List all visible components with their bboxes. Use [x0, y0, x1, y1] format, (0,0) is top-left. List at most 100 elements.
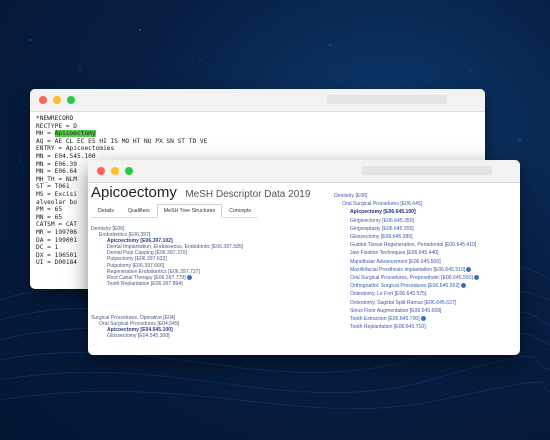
- record-field-key: ENTRY =: [36, 145, 66, 153]
- tree-node[interactable]: Dentistry [E06]: [334, 192, 479, 200]
- record-field-value: T061: [54, 183, 70, 191]
- record-field-value: 1: [54, 244, 59, 252]
- minimize-window-button[interactable]: [53, 96, 61, 104]
- record-field-value: 199706: [54, 228, 77, 236]
- tree-node[interactable]: Gingivoplasty [E06.645.355]: [334, 225, 479, 233]
- tree-node[interactable]: Glossectomy [E04.545.300]: [91, 333, 179, 339]
- record-line: AQ = AE CL EC ES HI IS MO HT NU PX SN ST…: [36, 138, 485, 146]
- tab-concepts[interactable]: Concepts: [222, 204, 258, 217]
- tree-node-label: Glossectomy [E06.645.380]: [350, 234, 413, 241]
- expand-circle-icon[interactable]: [460, 283, 466, 289]
- tree-node-label: Osteotomy, Sagittal Split Ramus [E06.645…: [350, 299, 457, 306]
- descriptor-window: Apicoectomy MeSH Descriptor Data 2019 De…: [88, 160, 520, 355]
- tree-node[interactable]: Gingivectomy [E06.645.350]: [334, 217, 479, 225]
- tree-node-label: Surgical Procedures, Operative [E04]: [91, 315, 176, 321]
- descriptor-subtitle: MeSH Descriptor Data 2019: [185, 189, 311, 200]
- tree-node[interactable]: Oral Surgical Procedures [E06.645]: [334, 200, 479, 208]
- tree-node-label: Root Canal Therapy [E06.397.779]: [107, 274, 186, 281]
- zoom-window-button[interactable]: [125, 167, 133, 175]
- tree-node[interactable]: Maxillofacial Prosthesis Implantation [E…: [334, 266, 479, 274]
- record-field-key: DC =: [36, 244, 55, 252]
- record-field-value: Excisi: [54, 190, 77, 198]
- record-field-key: alveolar bo: [36, 198, 77, 206]
- tree-node[interactable]: Tooth Replantation [E06.645.710]: [334, 323, 479, 331]
- expand-circle-icon[interactable]: [186, 274, 192, 280]
- tree-node-label: Apicoectomy [E04.545.100]: [107, 327, 173, 334]
- tree-node-label: Sinus Floor Augmentation [E06.645.668]: [350, 307, 442, 314]
- tree-node-label: Oral Surgical Procedures [E04.545]: [99, 321, 180, 328]
- close-window-button[interactable]: [39, 96, 47, 104]
- record-field-key: RECTYPE =: [36, 122, 74, 130]
- record-window-titlebar: [30, 89, 485, 112]
- record-field-key: PM =: [36, 206, 55, 214]
- record-field-key: MS =: [36, 190, 55, 198]
- record-line: RECTYPE = D: [36, 123, 485, 131]
- tree-node[interactable]: Sinus Floor Augmentation [E06.645.668]: [334, 307, 479, 315]
- record-field-key: MN =: [36, 160, 55, 168]
- tree-node[interactable]: Apicoectomy [E06.645.100]: [334, 208, 479, 216]
- record-field-value: 65: [54, 213, 63, 221]
- expand-circle-icon[interactable]: [420, 316, 426, 322]
- tree-node[interactable]: Orthognathic Surgical Procedures [E06.64…: [334, 282, 479, 290]
- tree-node-label: Jaw Fixation Techniques [E06.645.440]: [350, 250, 439, 257]
- tree-node[interactable]: Tooth Replantation [E06.397.894]: [91, 281, 243, 287]
- tree-node-label: Osteotomy, Le Fort [E06.645.575]: [350, 291, 427, 298]
- expand-circle-icon[interactable]: [473, 275, 479, 281]
- record-field-key: MN =: [36, 168, 55, 176]
- tree-node-label: Oral Surgical Procedures, Preprosthetic …: [350, 275, 473, 282]
- tree-dentistry-endodontics: Dentistry [E06] Endodontics [E06.397] Apic…: [91, 226, 243, 287]
- expand-circle-icon[interactable]: [466, 266, 472, 272]
- tree-node[interactable]: Guided Tissue Regeneration, Periodontal …: [334, 241, 479, 249]
- descriptor-window-titlebar: [88, 160, 520, 183]
- tree-node-label: Dentistry [E06]: [91, 226, 125, 232]
- tree-node[interactable]: Osteotomy, Le Fort [E06.645.575]: [334, 290, 479, 298]
- address-bar[interactable]: [362, 166, 492, 175]
- tree-node-label: Oral Surgical Procedures [E06.645]: [342, 201, 423, 208]
- tree-node-label: Glossectomy [E04.545.300]: [107, 333, 170, 340]
- record-field-key: UI =: [36, 259, 55, 267]
- tree-surgical-procedures: Surgical Procedures, Operative [E04] Oral…: [91, 315, 179, 339]
- tree-node-label: Dental Pulp Capping [E06.397.370]: [107, 250, 187, 257]
- tree-node-label: Guided Tissue Regeneration, Periodontal …: [350, 242, 477, 249]
- tree-node-label: Apicoectomy [E06.645.100]: [350, 209, 416, 216]
- tree-node-label: Orthognathic Surgical Procedures [E06.64…: [350, 283, 460, 290]
- minimize-window-button[interactable]: [111, 167, 119, 175]
- record-field-value: 199001: [54, 236, 77, 244]
- record-field-key: ST =: [36, 183, 55, 191]
- tree-node-label: Gingivoplasty [E06.645.355]: [350, 225, 414, 232]
- tree-node-label: Pulpectomy [E06.397.633]: [107, 256, 167, 263]
- descriptor-term: Apicoectomy: [91, 184, 177, 201]
- close-window-button[interactable]: [97, 167, 105, 175]
- descriptor-heading: Apicoectomy MeSH Descriptor Data 2019: [91, 184, 310, 202]
- record-field-key: DA =: [36, 236, 55, 244]
- record-field-value: AE CL EC ES HI IS MO HT NU PX SN ST TD V…: [54, 137, 208, 145]
- record-field-value: D: [73, 122, 77, 130]
- tab-qualifiers[interactable]: Qualifiers: [121, 204, 157, 217]
- record-field-key: *NEWRECORD: [36, 115, 74, 122]
- tree-node-label: Dentistry [E06]: [334, 193, 368, 199]
- tree-node-label: Regenerative Endodontics [E06.397.737]: [107, 268, 200, 275]
- tree-node-label: Mandibular Advancement [E06.645.500]: [350, 258, 441, 265]
- tree-node[interactable]: Osteotomy, Sagittal Split Ramus [E06.645…: [334, 299, 479, 307]
- record-field-key: MR =: [36, 228, 55, 236]
- record-field-value: NLM: [65, 175, 77, 183]
- tree-node[interactable]: Oral Surgical Procedures, Preprosthetic …: [334, 274, 479, 282]
- record-field-value: E06.64: [54, 168, 77, 176]
- record-line: *NEWRECORD: [36, 115, 485, 123]
- tree-node[interactable]: Glossectomy [E06.645.380]: [334, 233, 479, 241]
- record-field-key: AQ =: [36, 137, 55, 145]
- zoom-window-button[interactable]: [67, 96, 75, 104]
- record-field-key: CATSM =: [36, 221, 66, 229]
- record-line: ENTRY = Apicoectomies: [36, 145, 485, 153]
- tree-node[interactable]: Jaw Fixation Techniques [E06.645.440]: [334, 249, 479, 257]
- tree-node[interactable]: Mandibular Advancement [E06.645.500]: [334, 258, 479, 266]
- tree-node-label: Apicoectomy [E06.397.102]: [107, 238, 173, 245]
- record-field-value: D00184: [54, 259, 77, 267]
- tree-node-label: Tooth Extraction [E06.645.700]: [350, 316, 420, 323]
- tab-mesh-tree-structures[interactable]: MeSH Tree Structures: [156, 204, 223, 218]
- address-bar[interactable]: [327, 95, 447, 104]
- tree-node[interactable]: Tooth Extraction [E06.645.700]: [334, 315, 479, 323]
- record-field-key: MN =: [36, 213, 55, 221]
- tab-details[interactable]: Details: [91, 204, 121, 217]
- record-field-key: MH_TH =: [36, 175, 66, 183]
